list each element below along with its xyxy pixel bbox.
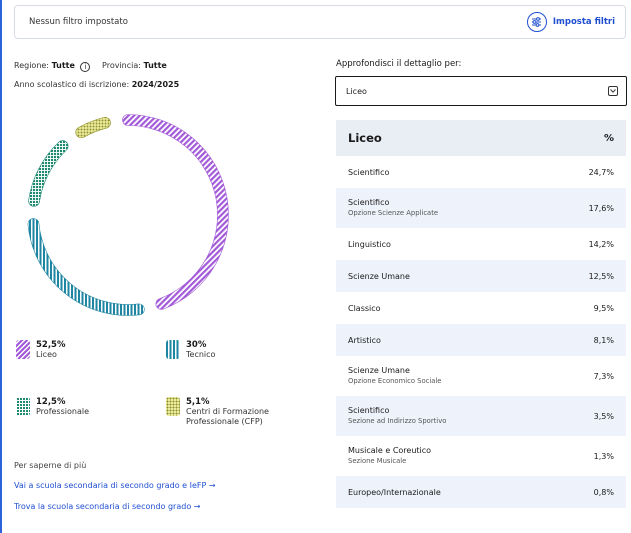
region-value: Tutte	[51, 61, 75, 70]
row-percentage: 1,3%	[593, 451, 614, 461]
donut-segment-tecnico[interactable]	[27, 218, 145, 316]
province-label: Provincia:	[102, 61, 141, 70]
row-name-cell: Scienze Umane Opzione Economico Sociale	[348, 365, 594, 387]
legend-value-cfp: 5,1%	[186, 397, 210, 407]
donut-segment-liceo[interactable]	[122, 114, 229, 310]
table-row: Classico 9,5%	[336, 292, 626, 324]
row-name: Artistico	[348, 335, 381, 345]
chevron-down-icon	[608, 86, 618, 96]
set-filters-label: Imposta filtri	[552, 17, 615, 27]
tecnico-swatch	[166, 340, 180, 359]
filter-status-text: Nessun filtro impostato	[29, 17, 128, 27]
liceo-swatch	[16, 340, 30, 359]
cfp-swatch	[166, 397, 180, 416]
professionale-swatch	[16, 397, 30, 416]
legend-item-cfp: 5,1% Centri di Formazione Professionale …	[166, 397, 269, 427]
region-province-line: Regione: Tutte i Provincia: Tutte	[14, 61, 167, 72]
legend-label-cfp-2: Professionale (CFP)	[186, 417, 263, 426]
more-info-section: Per saperne di più Vai a scuola secondar…	[14, 461, 216, 523]
row-name: Europeo/Internazionale	[348, 487, 441, 497]
row-name: Scientifico	[348, 167, 390, 177]
year-value: 2024/2025	[131, 80, 180, 89]
donut-segment-professionale[interactable]	[28, 140, 69, 207]
row-percentage: 17,6%	[588, 203, 614, 213]
table-header-name: Liceo	[348, 131, 382, 145]
row-name-cell: Classico	[348, 303, 594, 314]
legend-value-tecnico: 30%	[186, 340, 207, 350]
row-percentage: 7,3%	[593, 371, 614, 381]
row-name-cell: Musicale e Coreutico Sezione Musicale	[348, 445, 594, 467]
donut-segment-cfp[interactable]	[75, 117, 111, 139]
row-subname: Opzione Scienze Applicate	[348, 209, 439, 217]
row-percentage: 12,5%	[588, 271, 614, 281]
row-percentage: 14,2%	[588, 239, 614, 249]
filter-bar: Nessun filtro impostato Imposta filtri	[14, 5, 626, 39]
row-subname: Opzione Economico Sociale	[348, 377, 442, 385]
legend-value-professionale: 12,5%	[36, 397, 66, 407]
page-frame: Nessun filtro impostato Imposta filtri R…	[0, 0, 631, 533]
table-row: Scientifico Opzione Scienze Applicate 17,6…	[336, 188, 626, 228]
row-percentage: 0,8%	[593, 487, 614, 497]
row-percentage: 8,1%	[593, 335, 614, 345]
row-name: Scienze Umane	[348, 271, 410, 281]
region-label: Regione:	[14, 61, 50, 70]
row-name-cell: Scientifico Sezione ad Indirizzo Sportivo	[348, 405, 594, 427]
sliders-icon	[526, 12, 547, 32]
legend-label-professionale: Professionale	[36, 407, 89, 416]
table-row: Musicale e Coreutico Sezione Musicale 1,3%	[336, 436, 626, 476]
row-name-cell: Linguistico	[348, 239, 589, 250]
legend-item-professionale: 12,5% Professionale	[16, 397, 89, 417]
table-row: Artistico 8,1%	[336, 324, 626, 356]
legend-value-liceo: 52,5%	[36, 340, 66, 350]
row-name-cell: Europeo/Internazionale	[348, 487, 594, 498]
table-header-pct: %	[603, 132, 614, 144]
year-label: Anno scolastico di iscrizione:	[14, 80, 130, 89]
table-body: Scientifico 24,7% Scientifico Opzione Scien…	[336, 156, 626, 508]
table-row: Scienze Umane 12,5%	[336, 260, 626, 292]
row-name-cell: Scientifico Opzione Scienze Applicate	[348, 197, 589, 219]
link-secondaria-iefp[interactable]: Vai a scuola secondaria di secondo grado…	[14, 481, 216, 490]
table-row: Scienze Umane Opzione Economico Sociale 7,…	[336, 356, 626, 396]
link-trova-scuola[interactable]: Trova la scuola secondaria di secondo gr…	[14, 502, 216, 511]
info-icon[interactable]: i	[80, 62, 91, 72]
legend-label-cfp-1: Centri di Formazione	[186, 407, 269, 416]
row-subname: Sezione ad Indirizzo Sportivo	[348, 417, 447, 425]
table-row: Scientifico 24,7%	[336, 156, 626, 188]
row-name-cell: Artistico	[348, 335, 594, 346]
row-name: Linguistico	[348, 239, 391, 249]
legend-label-tecnico: Tecnico	[186, 350, 216, 359]
legend-item-tecnico: 30% Tecnico	[166, 340, 215, 360]
legend-label-liceo: Liceo	[36, 350, 57, 359]
row-name: Musicale e Coreutico	[348, 446, 432, 455]
row-percentage: 9,5%	[593, 303, 614, 313]
more-info-heading: Per saperne di più	[14, 461, 87, 470]
detail-select-value: Liceo	[346, 86, 367, 96]
row-name: Scientifico	[348, 198, 390, 207]
set-filters-button[interactable]: Imposta filtri	[526, 12, 615, 32]
row-subname: Sezione Musicale	[348, 457, 407, 465]
table-row: Linguistico 14,2%	[336, 228, 626, 260]
row-name: Scientifico	[348, 406, 390, 415]
table-header: Liceo %	[336, 120, 626, 156]
detail-title: Approfondisci il dettaglio per:	[336, 59, 462, 69]
detail-table: Liceo % Scientifico 24,7% Scientifico Opzio…	[336, 120, 626, 508]
row-name: Classico	[348, 303, 381, 313]
table-row: Scientifico Sezione ad Indirizzo Sportivo…	[336, 396, 626, 436]
donut-chart	[27, 114, 229, 316]
detail-select[interactable]: Liceo	[335, 76, 627, 106]
legend-item-liceo: 52,5% Liceo	[16, 340, 66, 360]
row-name: Scienze Umane	[348, 366, 410, 375]
row-name-cell: Scientifico	[348, 167, 589, 178]
year-line: Anno scolastico di iscrizione: 2024/2025	[14, 80, 179, 89]
row-percentage: 3,5%	[593, 411, 614, 421]
table-row: Europeo/Internazionale 0,8%	[336, 476, 626, 508]
row-name-cell: Scienze Umane	[348, 271, 589, 282]
province-value: Tutte	[143, 61, 167, 70]
donut-segments	[27, 114, 229, 316]
row-percentage: 24,7%	[588, 167, 614, 177]
